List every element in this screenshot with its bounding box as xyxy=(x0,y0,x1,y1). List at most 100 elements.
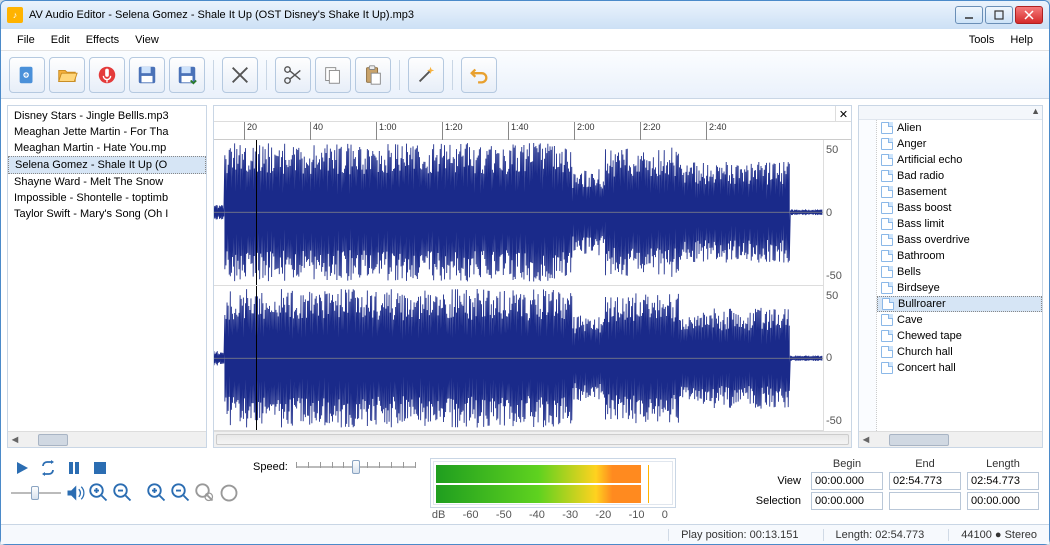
file-icon xyxy=(882,298,894,310)
effect-item[interactable]: Artificial echo xyxy=(877,152,1042,168)
speaker-icon[interactable] xyxy=(65,484,85,502)
effect-item[interactable]: Concert hall xyxy=(877,360,1042,376)
zoom-in-button[interactable] xyxy=(89,484,109,502)
effect-label: Artificial echo xyxy=(897,154,962,166)
effect-item[interactable]: Church hall xyxy=(877,344,1042,360)
meter-tick: -40 xyxy=(529,509,545,521)
effect-item[interactable]: Bullroarer xyxy=(877,296,1042,312)
timeline-ruler[interactable]: 20401:001:201:402:002:202:40 xyxy=(214,122,851,140)
playlist-item[interactable]: Disney Stars - Jingle Bellls.mp3 xyxy=(8,108,206,124)
meter-tick: -50 xyxy=(496,509,512,521)
pause-button[interactable] xyxy=(63,458,85,478)
effects-collapse-icon[interactable]: ▲ xyxy=(1031,106,1040,119)
file-icon xyxy=(881,346,893,358)
meter-tick: -20 xyxy=(595,509,611,521)
file-icon xyxy=(881,154,893,166)
effect-label: Cave xyxy=(897,314,923,326)
save-as-button[interactable] xyxy=(169,57,205,93)
volume-slider[interactable] xyxy=(11,484,61,502)
menu-effects[interactable]: Effects xyxy=(78,31,127,49)
effect-item[interactable]: Bathroom xyxy=(877,248,1042,264)
view-begin-input[interactable] xyxy=(811,472,883,490)
cut-button[interactable] xyxy=(222,57,258,93)
file-icon xyxy=(881,250,893,262)
undo-button[interactable] xyxy=(461,57,497,93)
effect-item[interactable]: Bells xyxy=(877,264,1042,280)
playlist-item[interactable]: Selena Gomez - Shale It Up (O xyxy=(8,156,206,174)
effect-item[interactable]: Alien xyxy=(877,120,1042,136)
zoom-out-v-button[interactable] xyxy=(171,484,191,502)
selection-label: Selection xyxy=(745,495,805,507)
effect-item[interactable]: Anger xyxy=(877,136,1042,152)
titlebar[interactable]: ♪ AV Audio Editor - Selena Gomez - Shale… xyxy=(1,1,1049,29)
menu-tools[interactable]: Tools xyxy=(961,31,1003,49)
zoom-in-v-button[interactable] xyxy=(147,484,167,502)
playlist-item[interactable]: Meaghan Jette Martin - For Tha xyxy=(8,124,206,140)
effect-item[interactable]: Basement xyxy=(877,184,1042,200)
meter-tick: dB xyxy=(432,509,445,521)
playlist-scrollbar[interactable]: ◄ xyxy=(8,431,206,447)
paste-button[interactable] xyxy=(355,57,391,93)
zoom-out-button[interactable] xyxy=(113,484,133,502)
copy-button[interactable] xyxy=(315,57,351,93)
waveform-close-button[interactable]: ✕ xyxy=(835,106,851,122)
menu-help[interactable]: Help xyxy=(1002,31,1041,49)
selection-begin-input[interactable] xyxy=(811,492,883,510)
effect-item[interactable]: Cave xyxy=(877,312,1042,328)
timeline-tick: 20 xyxy=(244,122,257,140)
stop-button[interactable] xyxy=(89,458,111,478)
record-button[interactable] xyxy=(89,57,125,93)
effect-label: Birdseye xyxy=(897,282,940,294)
effect-label: Church hall xyxy=(897,346,953,358)
level-meter xyxy=(430,458,676,508)
menubar: File Edit Effects View Tools Help xyxy=(1,29,1049,51)
playhead-cursor[interactable] xyxy=(256,140,257,285)
speed-slider[interactable] xyxy=(296,458,416,476)
zoom-fit-button[interactable] xyxy=(219,484,239,502)
view-end-input[interactable] xyxy=(889,472,961,490)
effects-scrollbar-h[interactable]: ◄ xyxy=(859,431,1042,447)
effect-item[interactable]: Bad radio xyxy=(877,168,1042,184)
playhead-cursor[interactable] xyxy=(256,286,257,431)
zoom-selection-button[interactable] xyxy=(195,484,215,502)
minimize-button[interactable] xyxy=(955,6,983,24)
playlist-item[interactable]: Impossible - Shontelle - toptimb xyxy=(8,190,206,206)
scissors-button[interactable] xyxy=(275,57,311,93)
maximize-button[interactable] xyxy=(985,6,1013,24)
effect-label: Bells xyxy=(897,266,921,278)
effect-item[interactable]: Bass limit xyxy=(877,216,1042,232)
file-icon xyxy=(881,218,893,230)
waveform-scrollbar[interactable] xyxy=(214,431,851,447)
new-file-button[interactable] xyxy=(9,57,45,93)
waveform-track-left[interactable] xyxy=(214,140,823,286)
save-button[interactable] xyxy=(129,57,165,93)
open-button[interactable] xyxy=(49,57,85,93)
effects-wand-button[interactable] xyxy=(408,57,444,93)
effect-item[interactable]: Chewed tape xyxy=(877,328,1042,344)
menu-edit[interactable]: Edit xyxy=(43,31,78,49)
view-length-input[interactable] xyxy=(967,472,1039,490)
effect-label: Anger xyxy=(897,138,926,150)
effect-item[interactable]: Bass boost xyxy=(877,200,1042,216)
file-icon xyxy=(881,314,893,326)
effect-item[interactable]: Birdseye xyxy=(877,280,1042,296)
menu-view[interactable]: View xyxy=(127,31,167,49)
file-icon xyxy=(881,186,893,198)
range-readout: Begin End Length View Selection xyxy=(745,458,1039,510)
selection-length-input[interactable] xyxy=(967,492,1039,510)
timeline-tick: 40 xyxy=(310,122,323,140)
waveform-track-right[interactable] xyxy=(214,286,823,432)
file-icon xyxy=(881,202,893,214)
playlist-item[interactable]: Taylor Swift - Mary's Song (Oh I xyxy=(8,206,206,222)
play-button[interactable] xyxy=(11,458,33,478)
loop-button[interactable] xyxy=(37,458,59,478)
close-button[interactable] xyxy=(1015,6,1043,24)
meter-tick: -10 xyxy=(629,509,645,521)
selection-end-input[interactable] xyxy=(889,492,961,510)
playlist-item[interactable]: Meaghan Martin - Hate You.mp xyxy=(8,140,206,156)
end-header: End xyxy=(889,458,961,470)
effect-item[interactable]: Bass overdrive xyxy=(877,232,1042,248)
toolbar xyxy=(1,51,1049,99)
menu-file[interactable]: File xyxy=(9,31,43,49)
playlist-item[interactable]: Shayne Ward - Melt The Snow xyxy=(8,174,206,190)
